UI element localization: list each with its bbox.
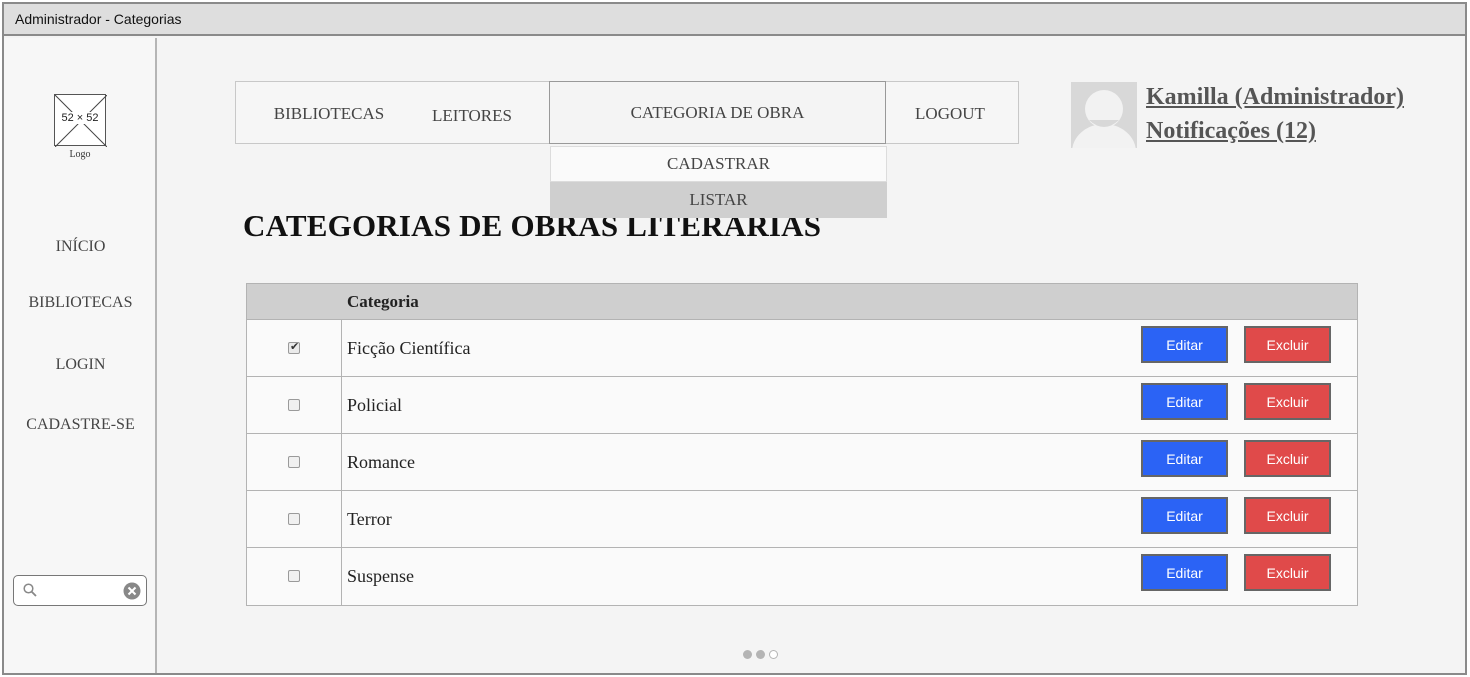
avatar — [1071, 82, 1137, 148]
categories-table: Categoria Ficção Científica Editar Exclu… — [246, 283, 1358, 606]
sidebar: 52 × 52 Logo INÍCIO BIBLIOTECAS LOGIN CA… — [4, 38, 157, 673]
page-dot[interactable] — [769, 650, 778, 659]
logo-size-label: 52 × 52 — [60, 112, 100, 124]
dropdown-item-listar[interactable]: LISTAR — [550, 182, 887, 218]
table-row: Terror Editar Excluir — [247, 491, 1357, 548]
sidebar-item-bibliotecas[interactable]: BIBLIOTECAS — [4, 294, 157, 312]
category-name: Suspense — [347, 566, 414, 586]
user-name-link[interactable]: Kamilla (Administrador) — [1146, 84, 1404, 111]
row-checkbox[interactable] — [288, 399, 300, 411]
column-header-categoria: Categoria — [347, 292, 419, 311]
row-checkbox[interactable] — [288, 456, 300, 468]
notifications-link[interactable]: Notificações (12) — [1146, 118, 1316, 145]
search-input[interactable] — [44, 581, 116, 601]
app-window: Administrador - Categorias 52 × 52 Logo … — [2, 2, 1467, 675]
delete-button[interactable]: Excluir — [1244, 326, 1331, 363]
category-name: Policial — [347, 395, 402, 415]
table-row: Policial Editar Excluir — [247, 377, 1357, 434]
table-header: Categoria — [247, 284, 1357, 320]
page-dot[interactable] — [756, 650, 765, 659]
edit-button[interactable]: Editar — [1141, 554, 1228, 591]
pagination-dots — [743, 646, 782, 664]
row-checkbox[interactable] — [288, 513, 300, 525]
menu-item-categoria-de-obra[interactable]: CATEGORIA DE OBRA — [549, 81, 886, 144]
clear-search-icon[interactable] — [123, 582, 141, 600]
delete-button[interactable]: Excluir — [1244, 497, 1331, 534]
user-avatar-icon — [1071, 82, 1137, 148]
table-row: Romance Editar Excluir — [247, 434, 1357, 491]
category-name: Ficção Científica — [347, 338, 471, 358]
edit-button[interactable]: Editar — [1141, 383, 1228, 420]
search-icon — [23, 583, 37, 597]
menu-item-logout[interactable]: LOGOUT — [900, 82, 1000, 143]
top-menu: BIBLIOTECAS LEITORES CATEGORIA DE OBRA L… — [235, 81, 1019, 144]
search-box — [13, 575, 147, 606]
delete-button[interactable]: Excluir — [1244, 554, 1331, 591]
table-row: Suspense Editar Excluir — [247, 548, 1357, 605]
menu-item-leitores[interactable]: LEITORES — [422, 82, 522, 143]
row-checkbox[interactable] — [288, 340, 300, 354]
categoria-dropdown: CADASTRAR LISTAR — [550, 146, 887, 218]
sidebar-item-inicio[interactable]: INÍCIO — [4, 238, 157, 256]
edit-button[interactable]: Editar — [1141, 440, 1228, 477]
delete-button[interactable]: Excluir — [1244, 440, 1331, 477]
page-dot[interactable] — [743, 650, 752, 659]
category-name: Romance — [347, 452, 415, 472]
main-content: BIBLIOTECAS LEITORES CATEGORIA DE OBRA L… — [159, 38, 1465, 673]
edit-button[interactable]: Editar — [1141, 497, 1228, 534]
window-title: Administrador - Categorias — [4, 4, 1465, 36]
sidebar-item-login[interactable]: LOGIN — [4, 356, 157, 374]
logo-caption: Logo — [69, 149, 91, 160]
sidebar-item-cadastre-se[interactable]: CADASTRE-SE — [4, 416, 157, 434]
logo-placeholder: 52 × 52 — [54, 94, 107, 147]
row-checkbox[interactable] — [288, 570, 300, 582]
dropdown-item-cadastrar[interactable]: CADASTRAR — [550, 146, 887, 182]
table-row: Ficção Científica Editar Excluir — [247, 320, 1357, 377]
edit-button[interactable]: Editar — [1141, 326, 1228, 363]
menu-item-bibliotecas[interactable]: BIBLIOTECAS — [264, 82, 394, 143]
delete-button[interactable]: Excluir — [1244, 383, 1331, 420]
category-name: Terror — [347, 509, 392, 529]
